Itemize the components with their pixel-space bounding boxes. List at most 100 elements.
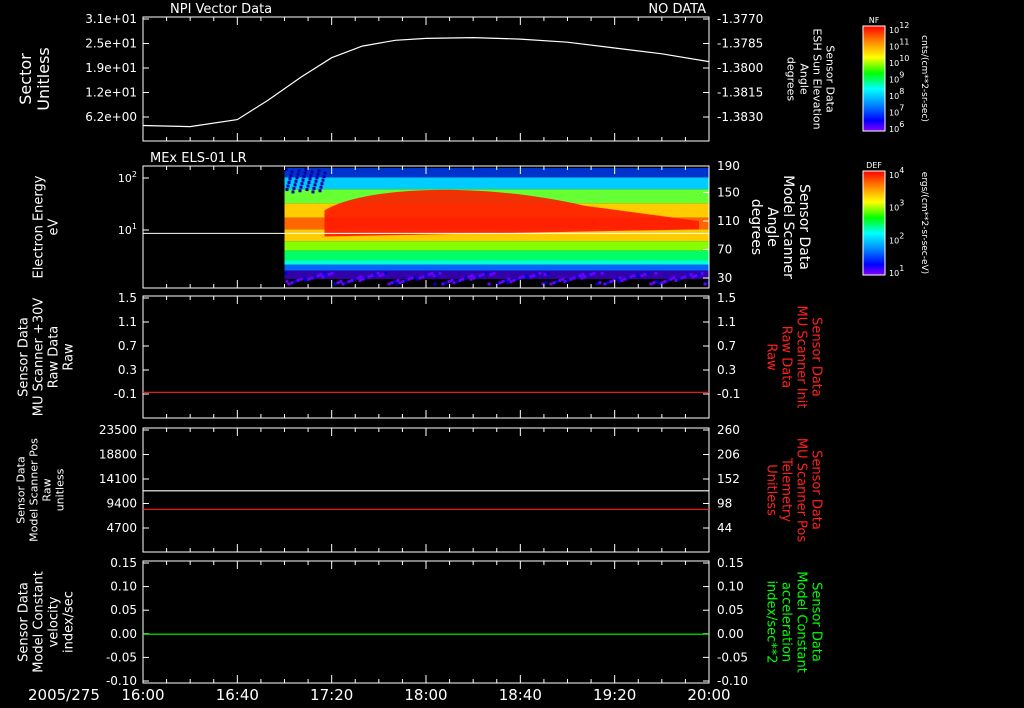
spectrogram-speckle — [333, 282, 337, 286]
spectrogram-speckle — [313, 275, 317, 279]
colorbar-tick-label: 1010 — [889, 54, 909, 68]
y-tick-label: 0.15 — [110, 556, 137, 570]
y-right-tick-label: 190 — [717, 159, 740, 173]
y-right-tick-label: 150 — [717, 186, 740, 200]
spectrogram-speckle — [655, 280, 659, 284]
y-right-axis-label: Sensor Data — [809, 317, 824, 397]
spectrogram-speckle — [623, 277, 627, 281]
spectrogram-speckle — [410, 276, 414, 280]
spectrogram-speckle — [424, 274, 428, 278]
spectrogram-speckle — [461, 277, 465, 281]
y-right-axis-label: Sensor Data — [824, 45, 837, 112]
y-right-axis-label: Sensor Data — [809, 582, 824, 662]
spectrogram-speckle — [649, 282, 653, 286]
spectrogram-speckle — [569, 277, 573, 281]
panel-mu-raw — [142, 295, 710, 419]
spectrogram-speckle — [296, 172, 300, 176]
x-tick-label: 18:00 — [404, 686, 447, 704]
spectrogram-band — [284, 264, 709, 271]
spectrogram-speckle — [376, 271, 380, 275]
spectrogram-speckle — [538, 271, 542, 275]
y-right-tick-label: -1.3770 — [717, 12, 763, 26]
y-tick-label: 3.1e+01 — [85, 12, 137, 26]
spectrogram-speckle — [672, 276, 676, 280]
spectrogram-speckle — [654, 271, 658, 275]
y-right-axis-label: degrees — [748, 199, 764, 255]
y-right-tick-label: 152 — [717, 472, 740, 486]
y-right-axis-label: index/sec**2 — [764, 580, 779, 663]
spectrogram-speckle — [344, 281, 348, 285]
y-tick-label: 101 — [118, 222, 137, 237]
spectrogram-speckle — [677, 277, 681, 281]
spectrogram-speckle — [413, 275, 417, 279]
spectrogram-speckle — [529, 275, 533, 279]
spectrogram-speckle — [293, 280, 297, 284]
spectrogram-band — [284, 177, 709, 190]
y-tick-label: 0.7 — [118, 339, 137, 353]
y-tick-label: 102 — [118, 170, 137, 185]
spectrogram-speckle — [300, 182, 304, 186]
y-right-tick-label: 98 — [717, 497, 732, 511]
spectrogram-speckle — [581, 273, 585, 277]
y-tick-label: 1.1 — [118, 315, 137, 329]
no-data-label: NO DATA — [648, 2, 706, 17]
panel-mu-pos — [142, 427, 710, 553]
y-right-tick-label: 110 — [717, 214, 740, 228]
spectrogram-speckle — [552, 281, 556, 285]
chart-canvas: NPI Vector Data NO DATA 3.1e+01 2.5e+01 1.9e… — [15, 2, 930, 704]
y-right-axis-label: Model Scanner — [780, 175, 796, 279]
colorbar-title: NF — [869, 16, 880, 25]
colorbar-tick-label: 1011 — [889, 38, 909, 52]
y-right-axis-label: Model Constant — [794, 571, 809, 673]
spectrogram-speckle — [319, 185, 323, 189]
y-tick-label: 0.05 — [110, 603, 137, 617]
spectrogram-speckle — [330, 271, 334, 275]
spectrogram-speckle — [336, 281, 340, 285]
plot-frame — [142, 427, 710, 553]
spectrogram-speckle — [635, 273, 639, 277]
y-right-tick-label: 206 — [717, 448, 740, 462]
spectrogram-speckle — [304, 168, 308, 171]
spectrogram-speckle — [295, 176, 299, 180]
spectrogram-speckle — [686, 274, 690, 278]
spectrogram-speckle — [310, 276, 314, 280]
spectrogram-speckle — [421, 275, 425, 279]
spectrogram-speckle — [327, 273, 331, 277]
spectrogram-speckle — [293, 183, 297, 187]
spectrogram-speckle — [318, 189, 322, 193]
spectrogram-speckle — [697, 273, 701, 277]
spectrogram-speckle — [487, 282, 491, 286]
spectrogram-speckle — [669, 277, 673, 281]
y-tick-label: 0.3 — [118, 363, 137, 377]
colorbar-tick-label: 104 — [889, 166, 904, 180]
plot-frame — [142, 560, 710, 684]
spectrogram-speckle — [319, 273, 323, 277]
spectrogram-speckle — [595, 282, 599, 286]
spectrogram-speckle — [298, 189, 302, 193]
panel-sector — [142, 16, 886, 142]
spectrogram-speckle — [666, 278, 670, 282]
y-right-tick-label: 0.10 — [717, 580, 744, 594]
spectrogram-speckle — [387, 282, 391, 286]
spectrogram-speckle — [297, 169, 301, 173]
spectrogram-speckle — [284, 271, 288, 275]
y-axis-label: Sensor Data — [17, 317, 32, 397]
spectrogram-speckle — [303, 171, 307, 175]
spectrogram-speckle — [347, 280, 351, 284]
y-tick-label: 1.5 — [118, 291, 137, 305]
colorbar-tick-label: 1012 — [889, 21, 909, 35]
spectrogram-speckle — [600, 271, 604, 275]
spectrogram-speckle — [393, 280, 397, 284]
spectrogram-speckle — [302, 276, 306, 280]
spectrogram-speckle — [288, 177, 292, 181]
spectrogram-speckle — [309, 173, 313, 177]
spectrogram-speckle — [618, 276, 622, 280]
x-tick-label: 16:40 — [216, 686, 259, 704]
spectrogram-speckle — [501, 280, 505, 284]
y-tick-label: 23500 — [99, 423, 137, 437]
y-tick-label: 1.9e+01 — [85, 61, 137, 75]
spectrogram-speckle — [315, 176, 319, 180]
y-axis-label: Unitless — [34, 47, 53, 111]
spectrogram-speckle — [322, 175, 326, 179]
spectrogram-speckle — [316, 172, 320, 176]
